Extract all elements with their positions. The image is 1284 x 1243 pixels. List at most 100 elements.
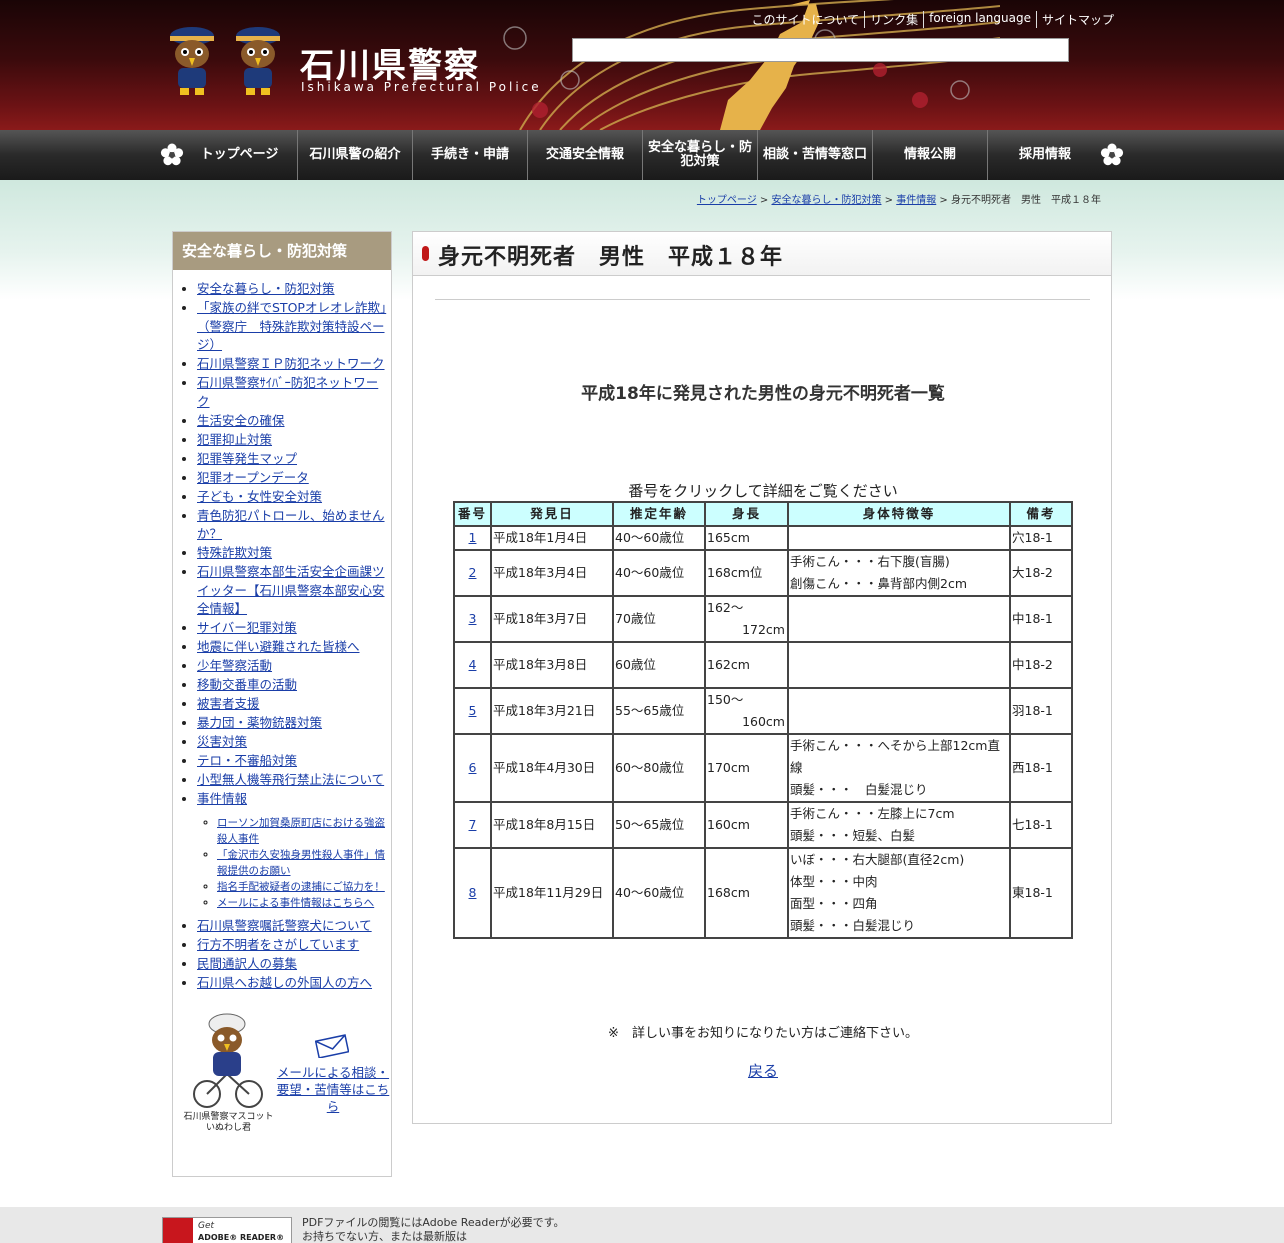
sidebar-item: 安全な暮らし・防犯対策	[197, 280, 387, 299]
note-cell: 中18-1	[1009, 595, 1073, 643]
feature-line: 頭髪・・・白髪混じり	[790, 918, 916, 933]
detail-link[interactable]: 2	[469, 565, 477, 580]
sidebar-sublink[interactable]: 「金沢市久安独身男性殺人事件」情報提供のお願い	[217, 849, 385, 877]
age-cell: 40～60歳位	[612, 525, 706, 551]
adobe-logo-icon	[163, 1218, 193, 1243]
age-cell: 70歳位	[612, 595, 706, 643]
site-logo-subtitle: Ishikawa Prefectural Police	[301, 80, 542, 94]
nav-item-traffic[interactable]: 交通安全情報	[527, 130, 642, 180]
sidebar-subitem: 「金沢市久安独身男性殺人事件」情報提供のお願い	[217, 847, 387, 879]
detail-link[interactable]: 3	[469, 611, 477, 626]
sidebar-link[interactable]: 民間通訳人の募集	[197, 956, 297, 971]
note-cell: 羽18-1	[1009, 687, 1073, 735]
sidebar-link[interactable]: 石川県警察ｻｲﾊﾞｰ防犯ネットワーク	[197, 375, 378, 409]
age-cell: 40～60歳位	[612, 549, 706, 597]
detail-link[interactable]: 4	[469, 657, 477, 672]
nav-item-about[interactable]: 石川県警の紹介	[297, 130, 412, 180]
adobe-reader-badge[interactable]: Get ADOBE® READER®	[162, 1217, 292, 1243]
table-caption: 番号をクリックして詳細をご覧ください	[628, 482, 898, 500]
sidebar-sublink[interactable]: ローソン加賀桑原町店における強盗殺人事件	[217, 817, 385, 845]
section-heading: 平成18年に発見された男性の身元不明死者一覧	[581, 384, 945, 404]
age-cell: 55～65歳位	[612, 687, 706, 735]
height-cell: 162～ 172cm	[704, 595, 789, 643]
sidebar-link[interactable]: 犯罪抑止対策	[197, 432, 272, 447]
mascot-caption: 石川県警察マスコット いぬわし君	[181, 1112, 276, 1134]
sidebar-link[interactable]: 青色防犯パトロール、始めませんか？	[197, 508, 385, 542]
sidebar-link[interactable]: 石川県警察嘱託警察犬について	[197, 918, 372, 933]
sidebar-item: 事件情報 ローソン加賀桑原町店における強盗殺人事件 「金沢市久安独身男性殺人事件…	[197, 790, 387, 911]
nav-item-consultation[interactable]: 相談・苦情等窓口	[757, 130, 872, 180]
date-cell: 平成18年8月15日	[490, 801, 614, 849]
sidebar-link[interactable]: 石川県警察本部生活安全企画課ツイッター【石川県警察本部安心安全情報】	[197, 564, 385, 616]
sidebar-link[interactable]: 被害者支援	[197, 696, 260, 711]
sidebar-link[interactable]: 地震に伴い避難された皆様へ	[197, 639, 360, 654]
sidebar-link[interactable]: 「家族の絆でSTOPオレオレ詐欺」（警察庁 特殊詐欺対策特設ページ）	[197, 300, 386, 352]
sidebar-link[interactable]: 暴力団・薬物銃器対策	[197, 715, 322, 730]
sidebar-item: 青色防犯パトロール、始めませんか？	[197, 507, 387, 544]
date-cell: 平成18年3月4日	[490, 549, 614, 597]
sidebar-sublink[interactable]: メールによる事件情報はこちらへ	[217, 897, 374, 909]
util-link-sitemap[interactable]: サイトマップ	[1035, 11, 1119, 28]
sidebar-link[interactable]: 特殊詐欺対策	[197, 545, 272, 560]
detail-link[interactable]: 7	[469, 817, 477, 832]
sidebar-link[interactable]: 事件情報	[197, 791, 247, 806]
breadcrumb-link-safety[interactable]: 安全な暮らし・防犯対策	[771, 195, 881, 206]
sidebar-link[interactable]: 移動交番車の活動	[197, 677, 297, 692]
date-cell: 平成18年3月21日	[490, 687, 614, 735]
sidebar-item: 少年警察活動	[197, 657, 387, 676]
sidebar-link[interactable]: 行方不明者をさがしています	[197, 937, 359, 952]
title-marker-icon	[422, 246, 429, 261]
util-link-links[interactable]: リンク集	[864, 11, 923, 28]
sidebar-link[interactable]: テロ・不審船対策	[197, 753, 297, 768]
sidebar-heading: 安全な暮らし・防犯対策	[173, 232, 391, 270]
sidebar-link[interactable]: 安全な暮らし・防犯対策	[197, 281, 335, 296]
nav-item-procedures[interactable]: 手続き・申請	[412, 130, 527, 180]
feature-line: 体型・・・中肉	[790, 874, 878, 889]
sidebar-item: 行方不明者をさがしています	[197, 936, 387, 955]
sidebar-link[interactable]: 小型無人機等飛行禁止法について	[197, 772, 384, 787]
detail-link[interactable]: 8	[469, 885, 477, 900]
sidebar-link[interactable]: 生活安全の確保	[197, 413, 285, 428]
nav-item-top[interactable]: トップページ	[182, 130, 297, 180]
sidebar-link[interactable]: 石川県へお越しの外国人の方へ	[197, 975, 372, 990]
sidebar-link[interactable]: 子ども・女性安全対策	[197, 489, 322, 504]
detail-link[interactable]: 6	[469, 760, 477, 775]
mascot-caption-line: いぬわし君	[205, 1123, 251, 1133]
features-cell: いぼ・・・右大腿部(直径2cm) 体型・・・中肉 面型・・・四角 頭髪・・・白髪…	[787, 847, 1011, 939]
detail-link[interactable]: 5	[469, 703, 477, 718]
nav-item-disclosure[interactable]: 情報公開	[872, 130, 987, 180]
util-link-foreign-language[interactable]: foreign language	[923, 11, 1036, 28]
sidebar-link[interactable]: 少年警察活動	[197, 658, 272, 673]
sidebar-sublink[interactable]: 指名手配被疑者の逮捕にご協力を！	[217, 881, 385, 893]
mail-icon[interactable]	[315, 1034, 349, 1058]
nav-item-safety[interactable]: 安全な暮らし・防犯対策	[642, 130, 757, 180]
search-input[interactable]	[572, 38, 1069, 62]
mail-consultation-link[interactable]: メールによる相談・要望・苦情等はこちら	[275, 1064, 391, 1115]
sidebar-link[interactable]: 犯罪オープンデータ	[197, 470, 309, 485]
sidebar-link[interactable]: サイバー犯罪対策	[197, 620, 297, 635]
nav-item-recruit[interactable]: 採用情報	[987, 130, 1102, 180]
utility-links: このサイトについて リンク集 foreign language サイトマップ	[746, 11, 1119, 28]
table-row: 3 平成18年3月7日 70歳位 162～ 172cm 中18-1	[453, 595, 1073, 643]
sidebar-item: 暴力団・薬物銃器対策	[197, 714, 387, 733]
sidebar-link[interactable]: 石川県警察ＩＰ防犯ネットワーク	[197, 356, 385, 371]
height-cell: 168cm	[704, 847, 789, 939]
breadcrumb-link-incidents[interactable]: 事件情報	[896, 195, 936, 206]
sidebar-link[interactable]: 災害対策	[197, 734, 247, 749]
sidebar-item: サイバー犯罪対策	[197, 619, 387, 638]
main-content: 身元不明死者 男性 平成１８年 平成18年に発見された男性の身元不明死者一覧 番…	[412, 231, 1112, 1124]
sidebar-link[interactable]: 犯罪等発生マップ	[197, 451, 297, 466]
height-line: 150～	[707, 692, 744, 707]
breadcrumb-link-top[interactable]: トップページ	[697, 195, 757, 206]
height-line: 160cm	[742, 714, 785, 729]
sidebar-item: 災害対策	[197, 733, 387, 752]
number-cell: 2	[453, 549, 492, 597]
number-cell: 1	[453, 525, 492, 551]
sidebar-subitem: ローソン加賀桑原町店における強盗殺人事件	[217, 815, 387, 847]
detail-link[interactable]: 1	[469, 530, 477, 545]
features-cell	[787, 525, 1011, 551]
table-wrapper: 番号 発見日 推定年齢 身長 身体特徴等 備考 1 平成18年1月4日 40～6…	[453, 501, 1073, 939]
util-link-about[interactable]: このサイトについて	[746, 11, 864, 28]
back-link[interactable]: 戻る	[748, 1062, 778, 1080]
table-row: 8 平成18年11月29日 40～60歳位 168cm いぼ・・・右大腿部(直径…	[453, 847, 1073, 939]
